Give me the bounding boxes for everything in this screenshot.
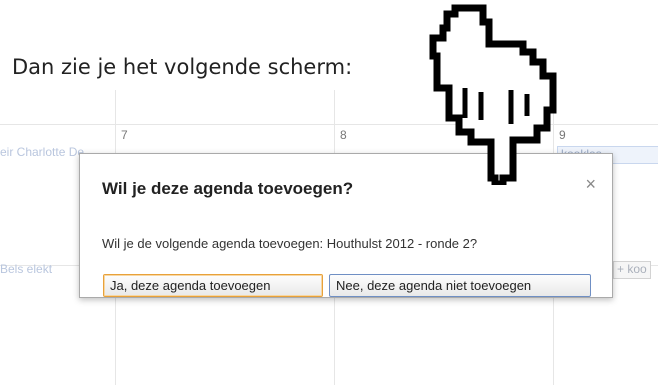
calendar-event-chip[interactable]: + koo [613,261,651,279]
dialog-title: Wil je deze agenda toevoegen? [102,179,354,198]
dialog-message: Wil je de volgende agenda toevoegen: Hou… [102,236,478,251]
close-icon[interactable]: × [585,174,596,195]
calendar-event[interactable]: eir Charlotte De [0,145,84,159]
day-number[interactable]: 8 [340,128,347,142]
calendar-event[interactable]: Bels elekt [0,262,52,276]
pointing-hand-icon [429,4,557,185]
day-number[interactable]: 7 [121,128,128,142]
intro-text: Dan zie je het volgende scherm: [12,55,353,79]
confirm-add-button[interactable]: Ja, deze agenda toevoegen [103,274,323,297]
cancel-add-button[interactable]: Nee, deze agenda niet toevoegen [329,274,591,297]
